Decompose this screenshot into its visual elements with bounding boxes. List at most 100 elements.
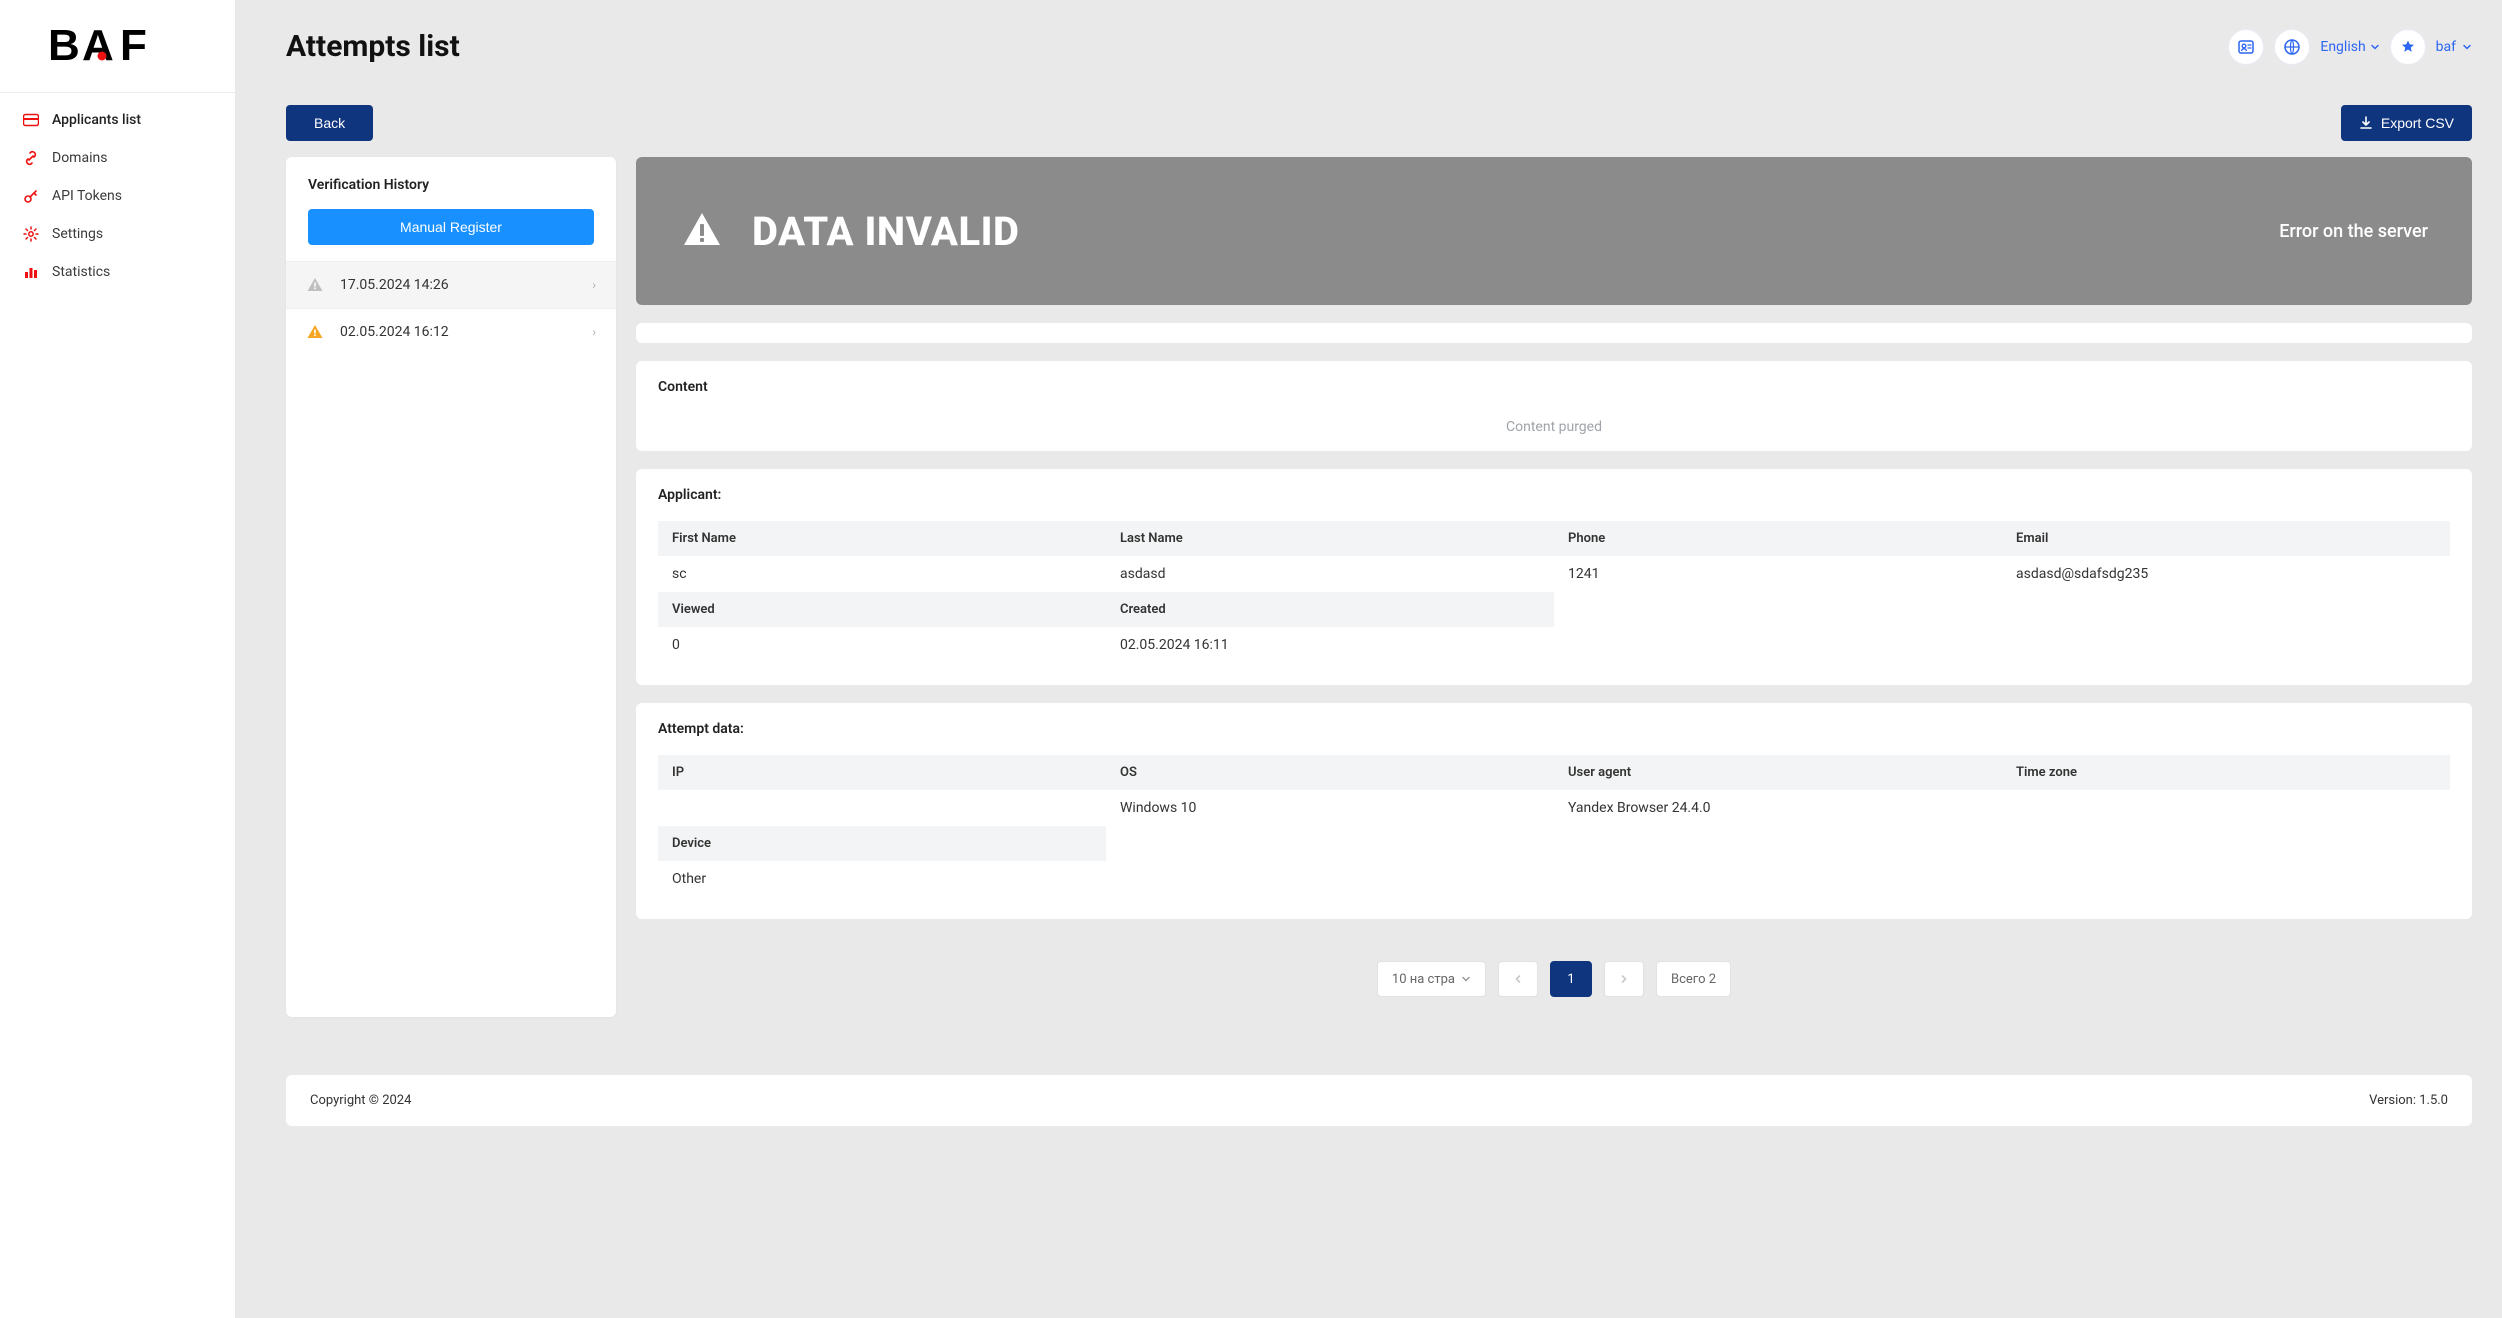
val-first-name: sc xyxy=(658,556,1106,592)
sidebar-item-statistics[interactable]: Statistics xyxy=(0,253,235,291)
page-size-label: 10 на стра xyxy=(1392,972,1455,987)
history-title: Verification History xyxy=(286,157,616,209)
manual-register-button[interactable]: Manual Register xyxy=(308,209,594,245)
status-banner: DATA INVALID Error on the server xyxy=(636,157,2472,305)
user-menu[interactable]: baf xyxy=(2436,39,2472,55)
history-item[interactable]: 17.05.2024 14:26 › xyxy=(286,261,616,308)
export-label: Export CSV xyxy=(2381,115,2454,131)
pager-total: Всего 2 xyxy=(1656,961,1731,997)
bar-chart-icon xyxy=(22,263,40,281)
chevron-down-icon xyxy=(2462,42,2472,52)
history-timestamp: 17.05.2024 14:26 xyxy=(340,277,449,293)
banner-title: DATA INVALID xyxy=(752,208,1019,255)
header: Attempts list English baf xyxy=(236,0,2502,93)
subheader: Back Export CSV xyxy=(236,93,2502,157)
language-selector[interactable]: English xyxy=(2320,39,2379,55)
spacer-card xyxy=(636,323,2472,343)
sidebar: B A F Applicants list Domains xyxy=(0,0,236,1318)
col-device: Device xyxy=(658,826,1106,861)
col-os: OS xyxy=(1106,755,1554,790)
col-time-zone: Time zone xyxy=(2002,755,2450,790)
val-phone: 1241 xyxy=(1554,556,2002,592)
chevron-down-icon xyxy=(1461,974,1471,984)
language-label: English xyxy=(2320,39,2365,55)
footer-version: Version: 1.5.0 xyxy=(2369,1093,2448,1108)
col-email: Email xyxy=(2002,521,2450,556)
page-size-selector[interactable]: 10 на стра xyxy=(1377,961,1486,997)
svg-text:F: F xyxy=(120,24,146,68)
val-time-zone xyxy=(2002,790,2450,826)
sidebar-item-api-tokens[interactable]: API Tokens xyxy=(0,177,235,215)
col-first-name: First Name xyxy=(658,521,1106,556)
history-timestamp: 02.05.2024 16:12 xyxy=(340,324,449,340)
chevron-right-icon: › xyxy=(592,325,596,339)
warning-triangle-icon xyxy=(306,276,324,294)
val-viewed: 0 xyxy=(658,627,1106,663)
sidebar-nav: Applicants list Domains API Tokens Setti… xyxy=(0,93,235,299)
col-created: Created xyxy=(1106,592,1554,627)
col-viewed: Viewed xyxy=(658,592,1106,627)
svg-text:B: B xyxy=(48,24,78,68)
footer: Copyright © 2024 Version: 1.5.0 xyxy=(286,1075,2472,1126)
sidebar-item-label: Statistics xyxy=(52,264,110,280)
val-last-name: asdasd xyxy=(1106,556,1554,592)
val-user-agent: Yandex Browser 24.4.0 xyxy=(1554,790,2002,826)
back-button[interactable]: Back xyxy=(286,105,373,141)
main: Attempts list English baf xyxy=(236,0,2502,1318)
banner-subtitle: Error on the server xyxy=(2279,221,2428,242)
val-ip xyxy=(658,790,1106,826)
applicant-panel-title: Applicant: xyxy=(636,469,2472,521)
pagination: 10 на стра 1 Всего 2 xyxy=(636,937,2472,1021)
attempt-panel: Attempt data: IP OS User agent Time zone… xyxy=(636,703,2472,919)
detail-area: DATA INVALID Error on the server Content… xyxy=(636,157,2472,1021)
val-created: 02.05.2024 16:11 xyxy=(1106,627,1554,663)
attempt-panel-title: Attempt data: xyxy=(636,703,2472,755)
sidebar-item-applicants-list[interactable]: Applicants list xyxy=(0,101,235,139)
history-item[interactable]: 02.05.2024 16:12 › xyxy=(286,308,616,355)
sidebar-item-label: API Tokens xyxy=(52,188,122,204)
sidebar-item-domains[interactable]: Domains xyxy=(0,139,235,177)
footer-copyright: Copyright © 2024 xyxy=(310,1093,411,1108)
chevron-down-icon xyxy=(2370,42,2380,52)
star-button[interactable] xyxy=(2390,29,2426,65)
card-icon xyxy=(22,111,40,129)
brand-logo: B A F xyxy=(48,24,188,68)
svg-text:A: A xyxy=(82,24,113,68)
sidebar-item-label: Settings xyxy=(52,226,103,242)
page-title: Attempts list xyxy=(266,29,460,64)
col-ip: IP xyxy=(658,755,1106,790)
key-icon xyxy=(22,187,40,205)
history-card: Verification History Manual Register 17.… xyxy=(286,157,616,1017)
val-email: asdasd@sdafsdg235 xyxy=(2002,556,2450,592)
content-panel: Content Content purged xyxy=(636,361,2472,451)
val-os: Windows 10 xyxy=(1106,790,1554,826)
logo: B A F xyxy=(0,0,235,93)
pager-prev[interactable] xyxy=(1498,961,1538,997)
val-device: Other xyxy=(658,861,1106,897)
col-last-name: Last Name xyxy=(1106,521,1554,556)
user-label: baf xyxy=(2436,39,2456,55)
header-right: English baf xyxy=(2228,29,2472,65)
gear-icon xyxy=(22,225,40,243)
warning-triangle-icon xyxy=(680,209,724,253)
content-purged-text: Content purged xyxy=(636,413,2472,451)
col-user-agent: User agent xyxy=(1554,755,2002,790)
sidebar-item-label: Domains xyxy=(52,150,107,166)
profile-card-button[interactable] xyxy=(2228,29,2264,65)
col-phone: Phone xyxy=(1554,521,2002,556)
link-icon xyxy=(22,149,40,167)
sidebar-item-settings[interactable]: Settings xyxy=(0,215,235,253)
export-csv-button[interactable]: Export CSV xyxy=(2341,105,2472,141)
sidebar-item-label: Applicants list xyxy=(52,112,141,128)
content-panel-title: Content xyxy=(636,361,2472,413)
chevron-right-icon xyxy=(1619,974,1629,984)
globe-button[interactable] xyxy=(2274,29,2310,65)
applicant-panel: Applicant: First Name Last Name Phone Em… xyxy=(636,469,2472,685)
warning-triangle-icon xyxy=(306,323,324,341)
pager-next[interactable] xyxy=(1604,961,1644,997)
content-row: Verification History Manual Register 17.… xyxy=(236,157,2502,1041)
pager-page-1[interactable]: 1 xyxy=(1550,961,1592,997)
chevron-left-icon xyxy=(1513,974,1523,984)
chevron-right-icon: › xyxy=(592,278,596,292)
download-icon xyxy=(2359,116,2373,130)
